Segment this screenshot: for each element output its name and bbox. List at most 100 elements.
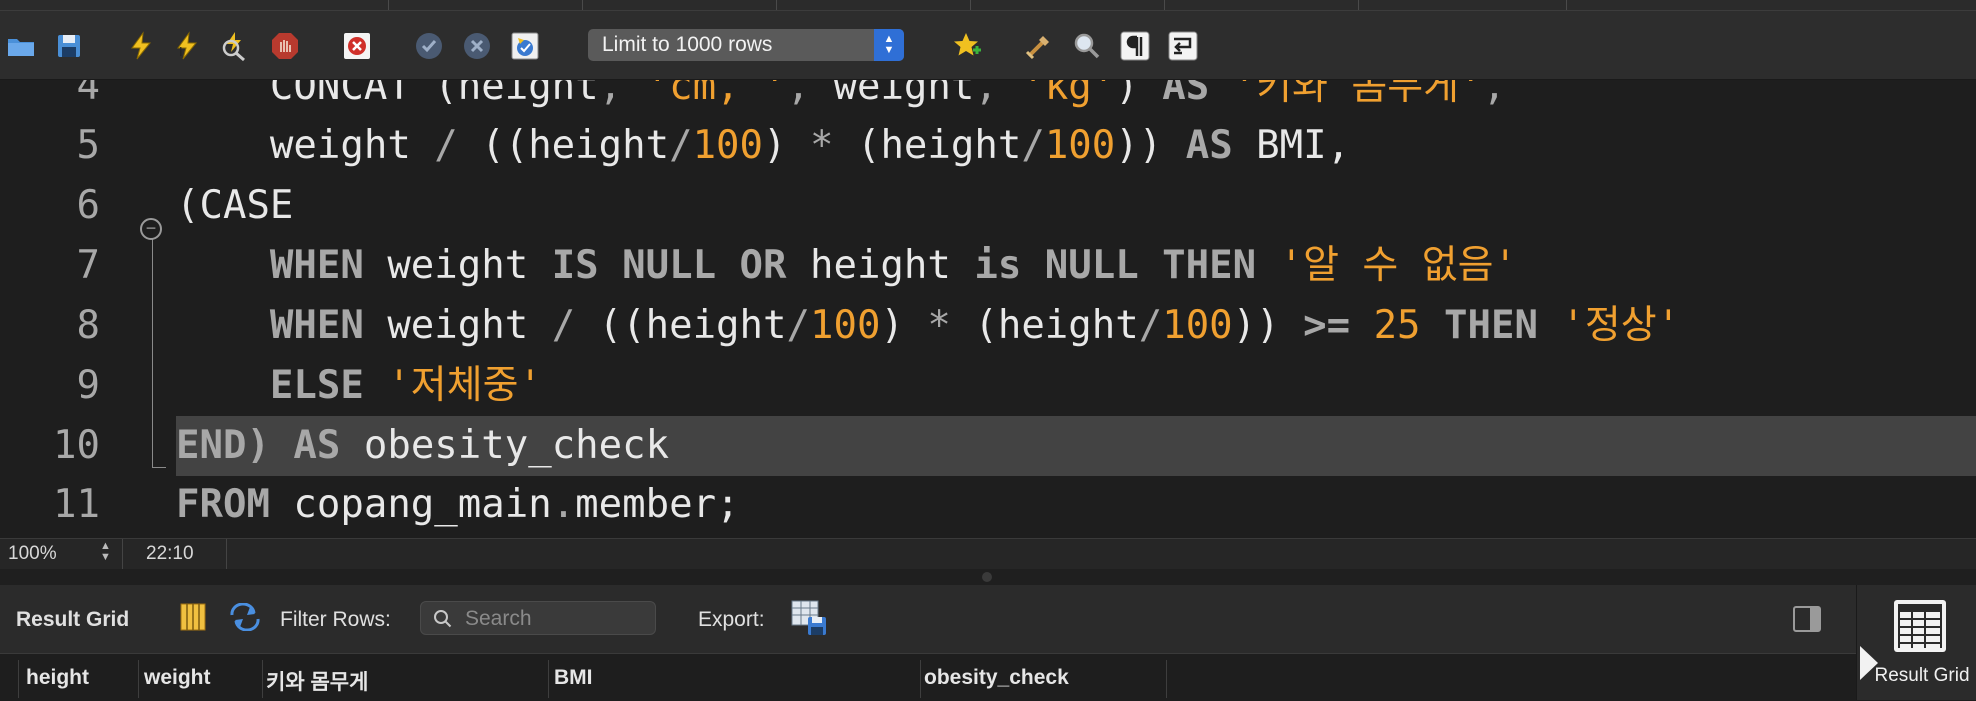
editor-line[interactable]: 9 ELSE '저체중': [0, 356, 1976, 416]
export-label: Export:: [698, 608, 765, 631]
editor-line[interactable]: 10 END) AS obesity_check: [0, 416, 1976, 476]
code-token-op: /: [434, 123, 458, 168]
code-token-plain: (height: [950, 303, 1139, 348]
code-token-kw: THEN: [1444, 303, 1538, 348]
search-icon: [434, 610, 452, 628]
code-token-op: /: [1138, 303, 1163, 348]
code-text: CONCAT (height, 'cm, ', weight, 'kg') AS…: [176, 80, 1506, 117]
editor-status-bar: 100% ▲ ▼ 22:10: [0, 538, 1976, 569]
code-token-op: /: [551, 303, 576, 348]
column-header-weight[interactable]: weight: [144, 666, 211, 690]
filter-rows-label: Filter Rows:: [280, 608, 391, 631]
explain-icon[interactable]: [218, 29, 252, 63]
invisibles-icon[interactable]: [1118, 29, 1152, 63]
code-token-plain: )): [1232, 303, 1304, 348]
limit-rows-select[interactable]: Limit to 1000 rows ▲ ▼: [588, 29, 904, 61]
code-token-plain: (height: [833, 123, 1022, 168]
code-token-num: 100: [1162, 303, 1233, 348]
splitter-handle[interactable]: [982, 572, 992, 582]
code-token-num: 100: [809, 303, 881, 348]
open-folder-icon[interactable]: [4, 29, 38, 63]
code-token-kw: IS NULL OR: [551, 243, 787, 288]
limit-rows-value: Limit to 1000 rows: [602, 33, 773, 56]
editor-line[interactable]: 6 (CASE: [0, 176, 1976, 236]
code-token-kw: WHEN: [269, 303, 364, 348]
execute-icon[interactable]: [124, 29, 158, 63]
column-header-height-weight-kr[interactable]: 키와 몸무게: [266, 666, 368, 696]
code-token-op: *: [810, 123, 834, 168]
toggle-error-icon[interactable]: [340, 29, 374, 63]
editor-line[interactable]: 4 CONCAT (height, 'cm, ', weight, 'kg') …: [0, 80, 1976, 117]
code-text: WHEN weight / ((height/100) * (height/10…: [176, 296, 1680, 356]
fold-collapse-icon[interactable]: −: [140, 218, 162, 240]
toggle-panel-icon[interactable]: [1792, 605, 1822, 639]
code-token-op: .: [551, 482, 576, 527]
status-divider: [122, 539, 123, 569]
code-token-plain: ): [1115, 80, 1163, 109]
code-token-op: ,: [974, 80, 1022, 109]
beautify-icon[interactable]: [1022, 29, 1056, 63]
code-token-plain: copang_main: [269, 482, 552, 527]
find-icon[interactable]: [1070, 29, 1104, 63]
code-token-plain: CONCAT (: [176, 80, 458, 109]
code-token-str: 'kg': [1021, 80, 1116, 109]
fold-guide-end: [152, 467, 166, 468]
code-token-str: '키와 몸무게': [1232, 80, 1483, 109]
code-token-plain: ): [763, 123, 810, 168]
line-number: 10: [53, 423, 100, 468]
panel-splitter[interactable]: [0, 569, 1976, 585]
line-number: 5: [76, 123, 100, 168]
code-token-op: /: [1021, 123, 1045, 168]
code-token-str: '정상': [1561, 303, 1681, 348]
code-token-kw: >=: [1303, 303, 1374, 348]
sql-editor[interactable]: 4 CONCAT (height, 'cm, ', weight, 'kg') …: [0, 80, 1976, 538]
line-number: 6: [76, 183, 100, 228]
code-token-kw: WHEN: [269, 243, 364, 288]
code-token-op: *: [927, 303, 951, 348]
editor-line[interactable]: 8 WHEN weight / ((height/100) * (height/…: [0, 296, 1976, 356]
filter-search-input[interactable]: Search: [420, 601, 656, 635]
column-layout-icon[interactable]: [180, 603, 206, 637]
save-icon[interactable]: [52, 29, 86, 63]
result-grid-header: height weight 키와 몸무게 BMI obesity_check: [0, 653, 1856, 701]
code-token-op: ,: [786, 80, 834, 109]
sql-editor-toolbar: I Limit to 1000 rows ▲ ▼: [0, 11, 1976, 80]
code-token-kw: END) AS: [176, 423, 341, 468]
bookmark-icon[interactable]: [950, 29, 984, 63]
code-token-op: ,: [598, 80, 646, 109]
code-text: FROM copang_main.member;: [176, 475, 740, 535]
code-token-plain: ): [880, 303, 928, 348]
result-grid-side-label[interactable]: Result Grid: [1874, 666, 1970, 686]
search-placeholder: Search: [465, 607, 532, 630]
editor-line[interactable]: 5 weight / ((height/100) * (height/100))…: [0, 116, 1976, 176]
line-number: 7: [76, 243, 100, 288]
editor-line[interactable]: 11 FROM copang_main.member;: [0, 475, 1976, 535]
rollback-icon[interactable]: [460, 29, 494, 63]
result-grid-icon[interactable]: [1894, 600, 1946, 652]
wrap-icon[interactable]: [1166, 29, 1200, 63]
commit-icon[interactable]: [412, 29, 446, 63]
column-header-height[interactable]: height: [26, 666, 89, 690]
column-header-obesity-check[interactable]: obesity_check: [924, 666, 1069, 690]
refresh-icon[interactable]: [228, 602, 262, 637]
result-grid-title: Result Grid: [16, 608, 130, 631]
editor-line[interactable]: 7 WHEN weight IS NULL OR height is NULL …: [0, 236, 1976, 296]
stop-icon[interactable]: [268, 29, 302, 63]
status-divider: [226, 539, 227, 569]
zoom-level[interactable]: 100%: [8, 543, 57, 565]
zoom-stepper-icon[interactable]: ▲ ▼: [100, 541, 111, 563]
execute-current-icon[interactable]: I: [170, 29, 204, 63]
code-token-plain: obesity_check: [340, 423, 670, 468]
code-token-num: 100: [1044, 123, 1116, 168]
column-header-bmi[interactable]: BMI: [554, 666, 593, 690]
code-token-plain: BMI,: [1232, 123, 1351, 168]
code-text: (CASE: [176, 176, 293, 236]
autocommit-icon[interactable]: [508, 29, 542, 63]
code-token-kw: AS: [1162, 80, 1210, 109]
export-icon[interactable]: [790, 599, 828, 643]
